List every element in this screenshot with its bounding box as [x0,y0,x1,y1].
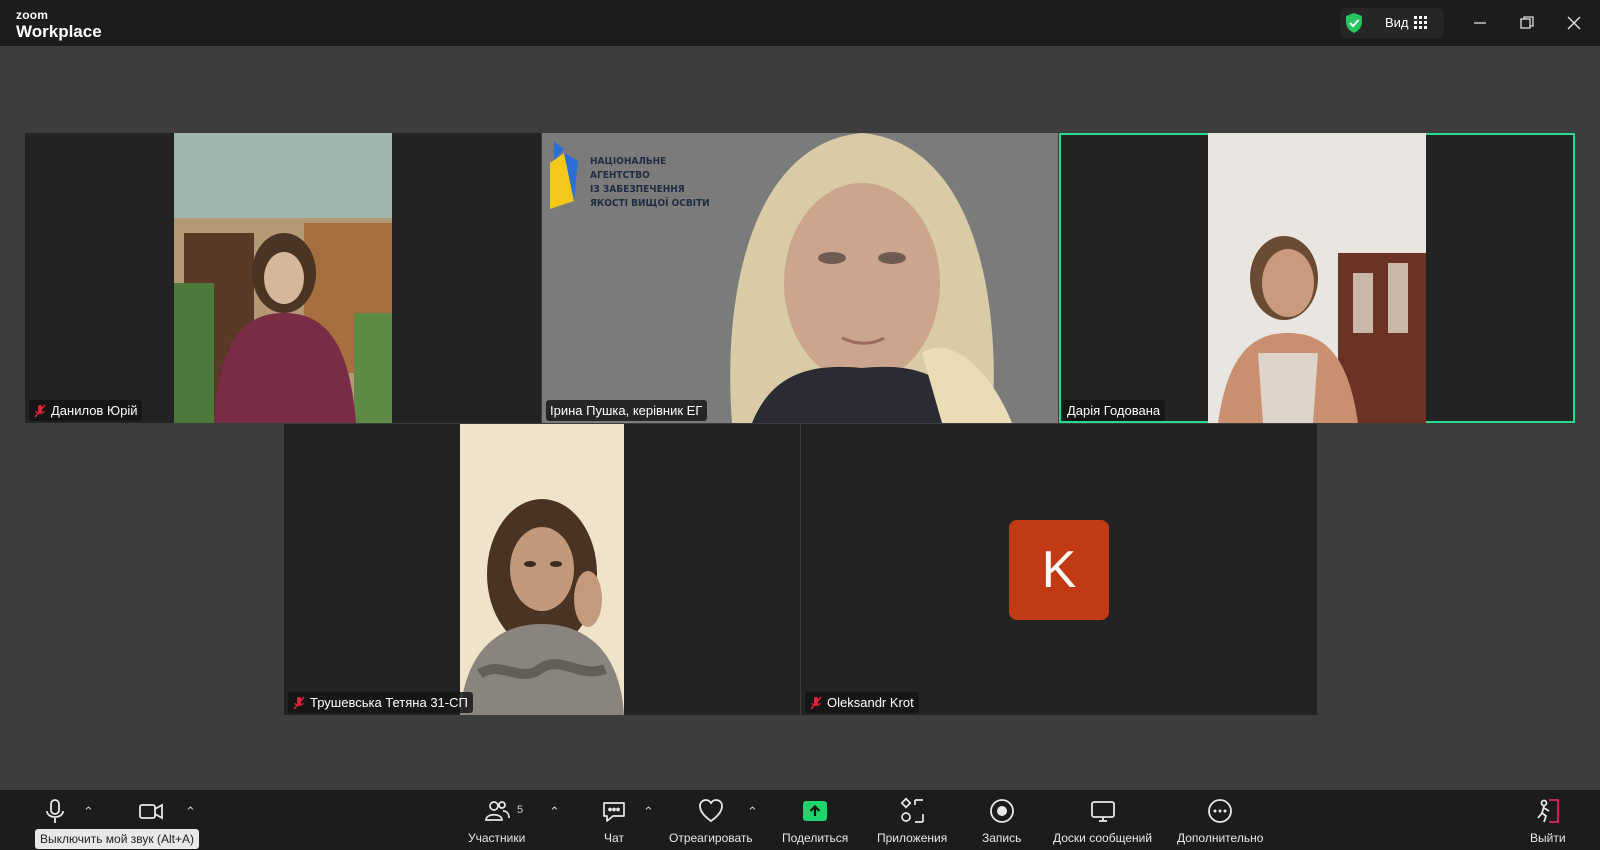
audio-options-chevron-icon[interactable]: ⌃ [83,804,94,820]
video-button[interactable] [137,797,165,825]
whiteboards-button[interactable]: Доски сообщений [1053,797,1152,845]
app-logo: zoom Workplace [16,9,102,40]
leave-label: Выйти [1530,831,1566,845]
video-tile-trushevska[interactable]: Трушевська Тетяна 31-СП [284,424,800,715]
security-shield-icon[interactable] [1344,12,1364,34]
mute-button[interactable] [41,797,69,825]
camera-icon [139,803,163,820]
mic-muted-icon [34,404,46,417]
mic-muted-icon [293,696,305,709]
brand-zoom: zoom [16,8,49,22]
participant-name-tag: Oleksandr Krot [805,692,919,713]
react-options-chevron-icon[interactable]: ⌃ [747,804,758,820]
participant-name-tag: Ірина Пушка, керівник ЕГ [546,400,708,421]
leave-door-icon [1537,799,1559,823]
record-button[interactable]: Запись [982,797,1021,845]
participant-name: Дарія Годована [1067,403,1161,418]
participant-avatar: K [1009,520,1109,620]
close-icon[interactable] [1562,11,1586,35]
apps-button[interactable]: Приложения [877,797,947,845]
video-tile-pushka[interactable]: НАЦІОНАЛЬНЕ АГЕНТСТВО ІЗ ЗАБЕЗПЕЧЕННЯ ЯК… [542,133,1058,423]
record-label: Запись [982,831,1022,845]
microphone-icon [46,799,64,823]
participant-name-tag: Трушевська Тетяна 31-СП [288,692,473,713]
minimize-icon[interactable] [1468,11,1492,35]
share-label: Поделиться [782,831,849,845]
participants-icon [484,801,510,821]
more-button[interactable]: Дополнительно [1177,797,1263,845]
more-icon [1208,799,1233,823]
record-icon [989,799,1014,823]
participant-name-tag: Данилов Юрій [29,400,143,421]
chat-icon [603,802,625,822]
share-screen-button[interactable]: Поделиться [782,797,848,845]
leave-button[interactable]: Выйти [1530,797,1566,845]
participant-name-tag: Дарія Годована [1063,400,1166,421]
participants-count: 5 [517,804,524,816]
video-tile-hodovana[interactable]: Дарія Годована [1059,133,1575,423]
apps-icon [900,797,924,823]
participant-name: Данилов Юрій [51,403,138,418]
share-screen-icon [803,801,828,821]
brand-workplace: Workplace [16,22,102,41]
participant-name: Oleksandr Krot [827,695,914,710]
video-tile-danylov[interactable]: Данилов Юрій [25,133,541,423]
chat-options-chevron-icon[interactable]: ⌃ [643,804,654,820]
participant-video [460,424,624,715]
restore-icon[interactable] [1515,11,1539,35]
more-label: Дополнительно [1177,831,1264,845]
heart-icon [698,799,723,823]
react-button[interactable]: Отреагировать [669,797,753,845]
participants-label: Участники [468,831,526,845]
participant-name: Ірина Пушка, керівник ЕГ [550,403,703,418]
video-options-chevron-icon[interactable]: ⌃ [185,804,196,820]
participant-name: Трушевська Тетяна 31-СП [310,695,468,710]
participant-video [174,133,392,423]
participant-video [1208,133,1426,423]
zoom-meeting-window: zoom Workplace Вид Данилов Юрій НАЦІОНАЛ… [0,0,1600,850]
participants-options-chevron-icon[interactable]: ⌃ [549,804,560,820]
whiteboard-icon [1090,801,1115,822]
chat-label: Чат [604,831,624,845]
chat-button[interactable]: Чат [600,797,628,845]
agency-logo-mark [550,141,578,209]
mute-tooltip: Выключить мой звук (Alt+A) [35,829,199,849]
whiteboards-label: Доски сообщений [1053,831,1153,845]
grid-view-icon[interactable] [1414,16,1427,29]
mic-muted-icon [810,696,822,709]
react-label: Отреагировать [669,831,753,845]
apps-label: Приложения [877,831,948,845]
participant-video [730,133,1012,423]
view-label[interactable]: Вид [1385,15,1409,30]
